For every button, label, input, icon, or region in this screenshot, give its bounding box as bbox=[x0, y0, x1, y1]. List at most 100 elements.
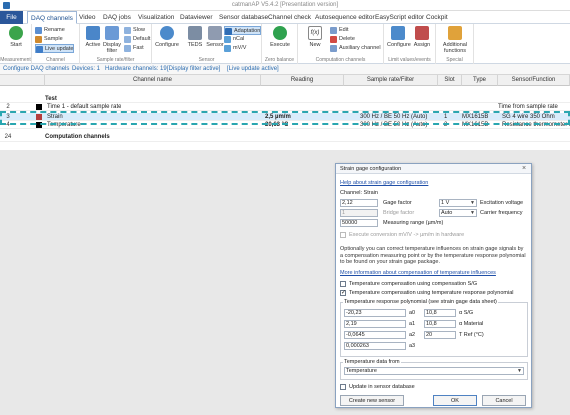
tab-video[interactable]: Video bbox=[76, 11, 99, 24]
table-row[interactable]: 24 Computation channels bbox=[0, 132, 570, 142]
row-checkbox[interactable] bbox=[36, 122, 42, 128]
tab-visualization[interactable]: Visualization bbox=[135, 11, 177, 24]
fast-button[interactable]: Fast bbox=[124, 44, 144, 53]
channel-grid: Channel name Reading Sample rate/Filter … bbox=[0, 75, 570, 150]
tab-daq-jobs[interactable]: DAQ jobs bbox=[100, 11, 134, 24]
ncal-button[interactable]: nCal bbox=[224, 35, 244, 44]
tab-channel-check[interactable]: Channel check bbox=[265, 11, 314, 24]
chevron-down-icon: ▼ bbox=[470, 200, 475, 206]
adaptation-icon bbox=[225, 28, 232, 35]
configure-sensor-button[interactable]: Configure bbox=[154, 26, 180, 56]
edit-button[interactable]: Edit bbox=[330, 26, 348, 35]
excitation-select[interactable]: 1 V ▼ bbox=[439, 199, 477, 207]
bridge-factor-input[interactable]: 1 bbox=[340, 209, 378, 217]
tab-file[interactable]: File bbox=[0, 11, 23, 24]
new-computation-button[interactable]: f(x) New bbox=[304, 26, 326, 56]
group-label-zero-balance: Zero balance bbox=[264, 57, 295, 63]
grid-corner bbox=[0, 75, 45, 86]
comp-poly-checkbox[interactable]: ✓ bbox=[340, 290, 346, 296]
alpha-sg-label: α S/G bbox=[459, 310, 474, 316]
temp-data-group-label: Temperature data from bbox=[343, 359, 401, 365]
group-label-channel: Channel bbox=[46, 57, 65, 63]
group-special: Additional functions Special bbox=[436, 24, 474, 64]
tab-daq-channels[interactable]: DAQ channels bbox=[27, 11, 77, 24]
tab-dataviewer[interactable]: Dataviewer bbox=[177, 11, 216, 24]
ok-button[interactable]: OK bbox=[433, 395, 477, 406]
table-row[interactable]: Test bbox=[0, 95, 570, 103]
alpha-material-input[interactable]: 10,8 bbox=[424, 320, 456, 328]
tab-sensor-database[interactable]: Sensor database bbox=[216, 11, 271, 24]
table-row[interactable]: 4 Temperature 20,63 °C 300 Hz / BE 50 Hz… bbox=[0, 121, 570, 129]
column-header-slot[interactable]: Slot bbox=[438, 75, 462, 86]
slow-button[interactable]: Slow bbox=[124, 26, 145, 35]
adaptation-button[interactable]: Adaptation bbox=[224, 26, 262, 35]
coeff-a2-input[interactable]: -0,0645 bbox=[344, 331, 406, 339]
coeff-a1-input[interactable]: 2,19 bbox=[344, 320, 406, 328]
create-new-sensor-button[interactable]: Create new sensor bbox=[340, 395, 404, 406]
teds-button[interactable]: TEDS bbox=[184, 26, 206, 56]
rename-button[interactable]: Rename bbox=[35, 26, 65, 35]
tab-autosequence-editor[interactable]: Autosequence editor bbox=[312, 11, 378, 24]
title-bar: catmanAP V5.4.2 [Presentation version] bbox=[0, 0, 570, 11]
group-name: Test bbox=[45, 96, 57, 102]
sample-button[interactable]: Sample bbox=[35, 35, 63, 44]
type-value: MX1615B bbox=[462, 114, 489, 120]
slot-value: 2 bbox=[444, 122, 448, 128]
ribbon-tab-strip: File DAQ channels Video DAQ jobs Visuali… bbox=[0, 11, 570, 24]
tab-easyscript-editor[interactable]: EasyScript editor bbox=[372, 11, 427, 24]
default-button[interactable]: Default bbox=[124, 35, 150, 44]
column-header-channel-name[interactable]: Channel name bbox=[45, 75, 261, 86]
alpha-sg-input[interactable]: 10,8 bbox=[424, 309, 456, 317]
filter-icon bbox=[105, 26, 119, 40]
start-button[interactable]: Start bbox=[5, 26, 27, 56]
t-ref-input[interactable]: 20 bbox=[424, 331, 456, 339]
group-measurement: Start Measurement bbox=[0, 24, 32, 64]
temp-source-select[interactable]: Temperature ▼ bbox=[344, 367, 524, 375]
update-db-checkbox[interactable] bbox=[340, 384, 346, 390]
additional-functions-icon bbox=[448, 26, 462, 40]
more-info-link[interactable]: More information about compensation of t… bbox=[340, 270, 496, 276]
group-channel: Rename Sample Live update Channel bbox=[32, 24, 80, 64]
row-checkbox[interactable] bbox=[36, 114, 42, 120]
zero-balance-icon bbox=[273, 26, 287, 40]
mv-v-button[interactable]: mV/V bbox=[224, 44, 246, 53]
gage-factor-input[interactable]: 2,12 bbox=[340, 199, 378, 207]
configure-limit-button[interactable]: Configure bbox=[387, 26, 411, 56]
delete-button[interactable]: Delete bbox=[330, 35, 355, 44]
column-header-sample-rate[interactable]: Sample rate/Filter bbox=[344, 75, 438, 86]
tab-cockpit[interactable]: Cockpit bbox=[423, 11, 451, 24]
exec-conversion-checkbox[interactable] bbox=[340, 232, 346, 238]
active-button[interactable]: Active bbox=[82, 26, 104, 56]
t-ref-label: T Ref (°C) bbox=[459, 332, 484, 338]
measuring-range-input[interactable]: 50000 bbox=[340, 219, 378, 227]
help-link[interactable]: Help about strain gage configuration bbox=[340, 180, 428, 186]
comp-sg-checkbox[interactable] bbox=[340, 281, 346, 287]
additional-functions-button[interactable]: Additional functions bbox=[440, 26, 470, 56]
close-icon[interactable]: × bbox=[520, 165, 528, 173]
rename-icon bbox=[35, 27, 42, 34]
execute-zero-button[interactable]: Execute bbox=[269, 26, 291, 56]
sensor-function: SG 4 wire 350 Ohm bbox=[502, 114, 555, 120]
live-update-button[interactable]: Live update bbox=[35, 44, 75, 53]
ribbon: Start Measurement Rename Sample Live upd… bbox=[0, 24, 570, 64]
comp-sg-label: Temperature compensation using compensat… bbox=[349, 281, 478, 287]
column-header-type[interactable]: Type bbox=[462, 75, 498, 86]
column-header-reading[interactable]: Reading bbox=[261, 75, 344, 86]
sensor-button[interactable]: Sensor bbox=[204, 26, 226, 56]
column-header-sensor[interactable]: Sensor/Function bbox=[498, 75, 570, 86]
auxiliary-channel-button[interactable]: Auxiliary channel bbox=[330, 44, 381, 53]
table-row[interactable]: 2 Time 1 - default sample rate Time from… bbox=[0, 103, 570, 111]
table-row-selected[interactable]: 3 Strain 2,5 µm/m 300 Hz / BE 50 Hz (Aut… bbox=[0, 113, 570, 121]
coeff-a0-input[interactable]: -20,23 bbox=[344, 309, 406, 317]
carrier-label: Carrier frequency bbox=[480, 210, 523, 216]
exec-conversion-label: Execute conversion mV/V -> µm/m in hardw… bbox=[349, 232, 465, 238]
coeff-a3-input[interactable]: 0,000263 bbox=[344, 342, 406, 350]
assign-button[interactable]: Assign bbox=[411, 26, 433, 56]
cancel-button[interactable]: Cancel bbox=[482, 395, 526, 406]
carrier-select[interactable]: Auto ▼ bbox=[439, 209, 477, 217]
display-filter-button[interactable]: Display filter bbox=[102, 26, 122, 56]
channel-name: Strain bbox=[47, 114, 63, 120]
hw-channels-count: Hardware channels: 19 bbox=[105, 66, 167, 72]
gage-factor-label: Gage factor bbox=[383, 200, 412, 206]
row-checkbox[interactable] bbox=[36, 104, 42, 110]
